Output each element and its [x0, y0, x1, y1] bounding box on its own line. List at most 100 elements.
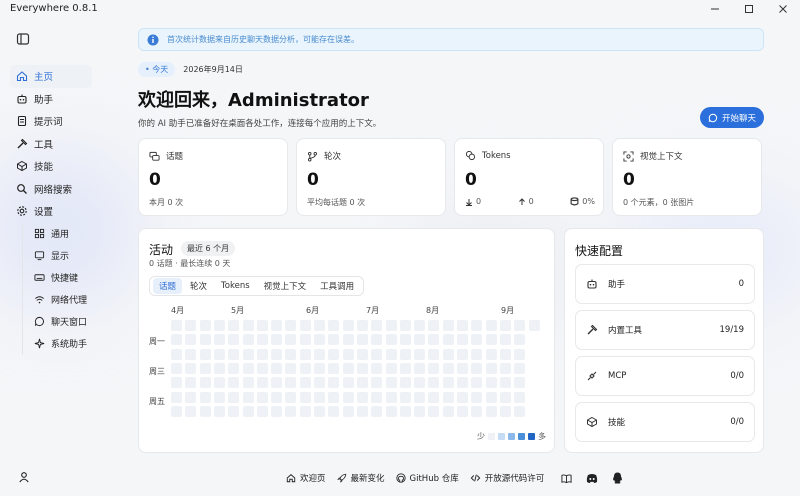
quick-item-builtin-tools[interactable]: 内置工具 19/19 — [575, 310, 755, 350]
heatmap-cell[interactable] — [271, 377, 283, 389]
heatmap-cell[interactable] — [356, 320, 368, 331]
sidebar-item-assistant[interactable]: 助手 — [10, 88, 92, 111]
settings-item-display[interactable]: 显示 — [27, 245, 92, 267]
heatmap-cell[interactable] — [428, 334, 440, 346]
heatmap-cell[interactable] — [228, 377, 240, 389]
heatmap-cell[interactable] — [514, 320, 526, 331]
heatmap-cell[interactable] — [499, 348, 511, 360]
settings-item-system-assistant[interactable]: 系统助手 — [27, 333, 92, 355]
heatmap-cell[interactable] — [314, 377, 325, 389]
heatmap-cell[interactable] — [457, 391, 468, 403]
heatmap-cell[interactable] — [199, 320, 211, 331]
heatmap-cell[interactable] — [199, 362, 211, 374]
heatmap-cell[interactable] — [285, 362, 297, 374]
heatmap-cell[interactable] — [399, 377, 411, 389]
heatmap-cell[interactable] — [414, 391, 426, 403]
heatmap-cell[interactable] — [199, 348, 211, 360]
heatmap-cell[interactable] — [213, 377, 225, 389]
heatmap-cell[interactable] — [271, 362, 283, 374]
heatmap-cell[interactable] — [499, 377, 511, 389]
heatmap-cell[interactable] — [171, 320, 182, 331]
heatmap-cell[interactable] — [499, 362, 511, 374]
heatmap-cell[interactable] — [256, 377, 268, 389]
heatmap-cell[interactable] — [485, 362, 497, 374]
heatmap-cell[interactable] — [485, 391, 497, 403]
heatmap-cell[interactable] — [499, 391, 511, 403]
heatmap-cell[interactable] — [471, 377, 483, 389]
heatmap-cell[interactable] — [385, 334, 397, 346]
sidebar-item-home[interactable]: 主页 — [10, 65, 92, 88]
heatmap-cell[interactable] — [285, 405, 297, 417]
heatmap-cell[interactable] — [499, 405, 511, 417]
heatmap-cell[interactable] — [285, 348, 297, 360]
heatmap-cell[interactable] — [428, 362, 440, 374]
heatmap-cell[interactable] — [213, 391, 225, 403]
heatmap-cell[interactable] — [442, 362, 454, 374]
footer-link-github[interactable]: GitHub 仓库 — [395, 472, 459, 484]
heatmap-cell[interactable] — [457, 320, 468, 331]
heatmap-cell[interactable] — [356, 391, 368, 403]
heatmap-cell[interactable] — [371, 320, 383, 331]
heatmap-cell[interactable] — [242, 391, 254, 403]
heatmap-cell[interactable] — [471, 362, 483, 374]
heatmap-cell[interactable] — [299, 377, 311, 389]
minimize-button[interactable] — [698, 0, 732, 18]
heatmap-cell[interactable] — [271, 391, 283, 403]
heatmap-cell[interactable] — [285, 377, 297, 389]
heatmap-cell[interactable] — [213, 334, 225, 346]
heatmap-cell[interactable] — [356, 334, 368, 346]
heatmap-cell[interactable] — [314, 348, 325, 360]
heatmap-cell[interactable] — [514, 391, 526, 403]
quick-item-assistant[interactable]: 助手 0 — [575, 264, 755, 304]
heatmap-cell[interactable] — [171, 405, 182, 417]
heatmap-cell[interactable] — [328, 405, 340, 417]
heatmap-cell[interactable] — [199, 377, 211, 389]
heatmap-cell[interactable] — [228, 348, 240, 360]
heatmap-cell[interactable] — [371, 334, 383, 346]
heatmap-cell[interactable] — [442, 377, 454, 389]
heatmap-cell[interactable] — [414, 377, 426, 389]
heatmap-cell[interactable] — [385, 391, 397, 403]
start-chat-button[interactable]: 开始聊天 — [700, 107, 764, 128]
heatmap-cell[interactable] — [328, 377, 340, 389]
heatmap-cell[interactable] — [471, 320, 483, 331]
heatmap-cell[interactable] — [399, 362, 411, 374]
heatmap-cell[interactable] — [442, 320, 454, 331]
heatmap-cell[interactable] — [299, 391, 311, 403]
heatmap-cell[interactable] — [228, 391, 240, 403]
user-account-button[interactable] — [14, 467, 34, 487]
heatmap-cell[interactable] — [442, 348, 454, 360]
heatmap-cell[interactable] — [228, 362, 240, 374]
heatmap-cell[interactable] — [399, 391, 411, 403]
heatmap-cell[interactable] — [328, 391, 340, 403]
heatmap-cell[interactable] — [457, 405, 468, 417]
heatmap-cell[interactable] — [471, 405, 483, 417]
heatmap-cell[interactable] — [213, 320, 225, 331]
heatmap-cell[interactable] — [256, 391, 268, 403]
heatmap-cell[interactable] — [457, 362, 468, 374]
heatmap-cell[interactable] — [256, 320, 268, 331]
heatmap-cell[interactable] — [385, 362, 397, 374]
heatmap-cell[interactable] — [442, 405, 454, 417]
heatmap-cell[interactable] — [499, 334, 511, 346]
heatmap-cell[interactable] — [314, 405, 325, 417]
heatmap-cell[interactable] — [356, 348, 368, 360]
sidebar-toggle-button[interactable] — [14, 30, 32, 48]
heatmap-cell[interactable] — [299, 405, 311, 417]
heatmap-cell[interactable] — [371, 362, 383, 374]
heatmap-cell[interactable] — [228, 405, 240, 417]
heatmap-cell[interactable] — [271, 405, 283, 417]
heatmap-cell[interactable] — [256, 405, 268, 417]
discord-button[interactable] — [586, 473, 598, 484]
heatmap-cell[interactable] — [485, 320, 497, 331]
heatmap-cell[interactable] — [242, 348, 254, 360]
heatmap-cell[interactable] — [399, 334, 411, 346]
heatmap-cell[interactable] — [457, 334, 468, 346]
heatmap-cell[interactable] — [371, 377, 383, 389]
heatmap-cell[interactable] — [228, 320, 240, 331]
heatmap-cell[interactable] — [485, 377, 497, 389]
settings-item-proxy[interactable]: 网络代理 — [27, 289, 92, 311]
heatmap-cell[interactable] — [342, 348, 354, 360]
heatmap-cell[interactable] — [328, 320, 340, 331]
heatmap-cell[interactable] — [414, 348, 426, 360]
